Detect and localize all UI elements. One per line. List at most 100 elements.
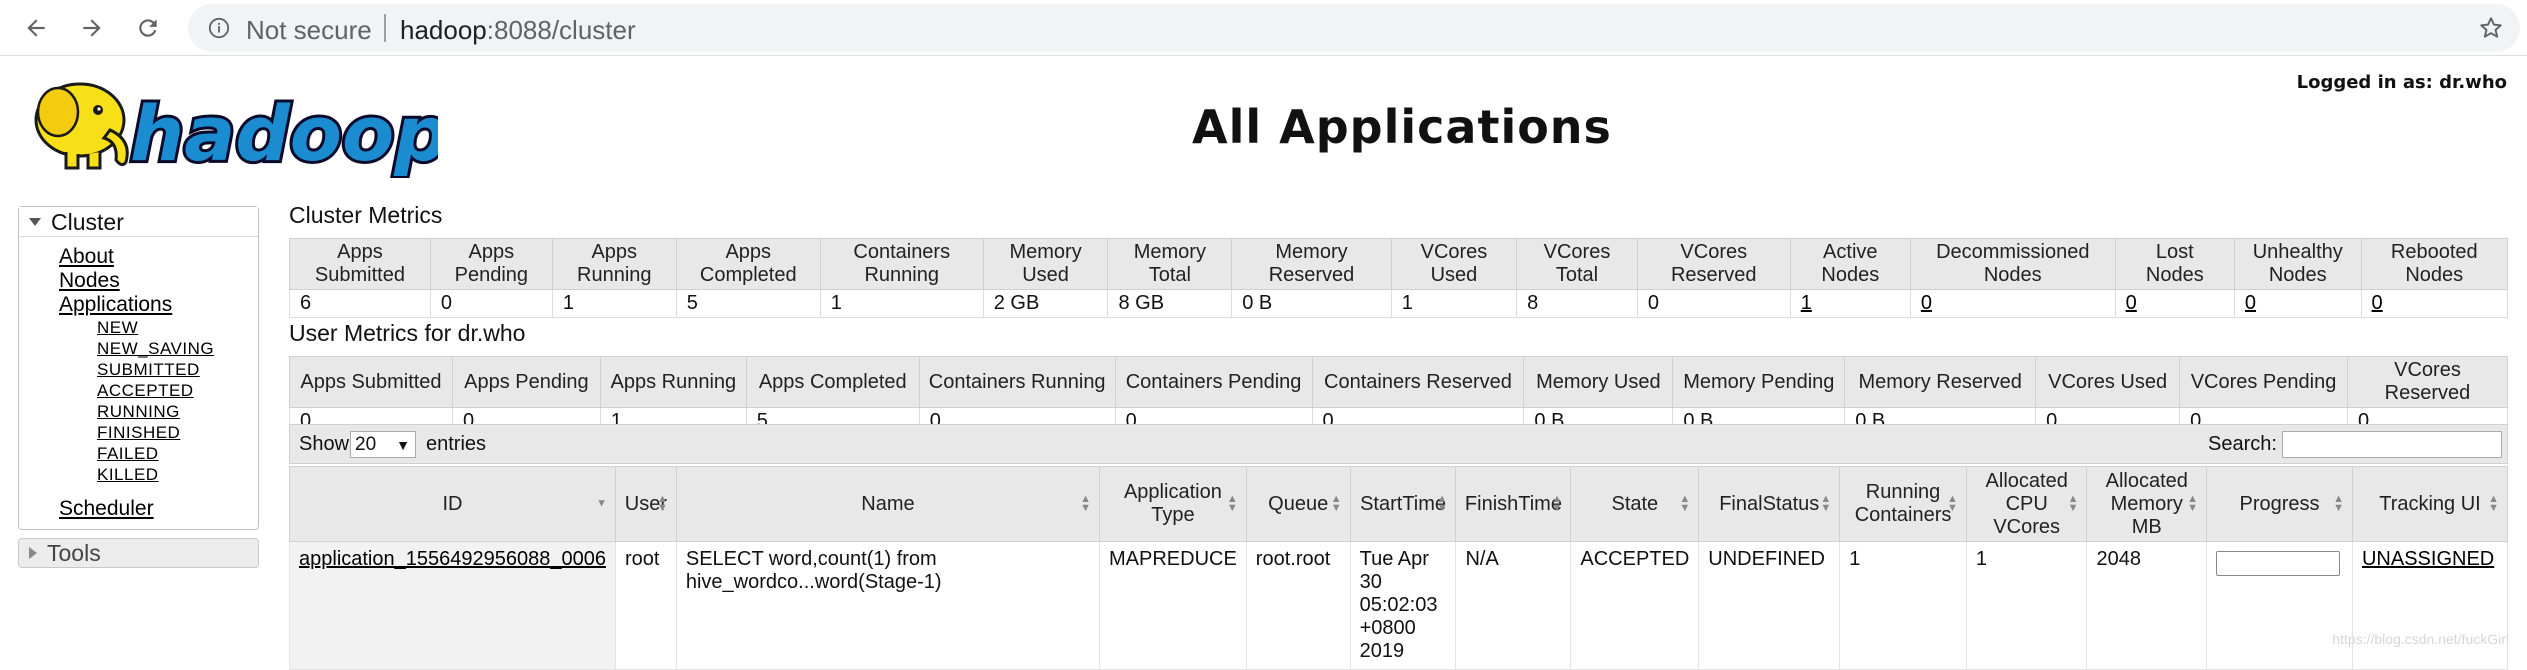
cluster-metric-header: Active Nodes	[1789, 238, 1911, 290]
column-header-user[interactable]: User ▲ ▼	[614, 466, 677, 542]
column-header-queue[interactable]: Queue ▲ ▼	[1245, 466, 1351, 542]
address-bar[interactable]: Not secure hadoop:8088/cluster	[188, 4, 2520, 52]
cluster-metric-header: VCores Used	[1390, 238, 1518, 290]
show-label: Show	[299, 433, 350, 455]
app-name: SELECT word,count(1) from hive_wordco...w…	[675, 541, 1101, 670]
omnibox-divider	[384, 14, 386, 42]
info-icon[interactable]	[208, 17, 230, 39]
node-count-link[interactable]: 0	[2126, 292, 2137, 314]
node-count-link[interactable]: 0	[1921, 292, 1932, 314]
column-header-application-type[interactable]: Application Type ▲ ▼	[1099, 466, 1247, 542]
cluster-metric-header: Memory Used	[982, 238, 1109, 290]
page-title: All Applications	[1192, 100, 1612, 154]
user-metric-header: Containers Running	[918, 356, 1116, 408]
app-finish-time: N/A	[1455, 541, 1572, 670]
node-count-link[interactable]: 1	[1801, 292, 1812, 314]
sort-both-icon: ▲ ▼	[2187, 493, 2199, 514]
sidebar-state-new[interactable]: NEW	[19, 317, 258, 338]
column-header-progress[interactable]: Progress ▲ ▼	[2206, 466, 2353, 542]
sidebar-item-applications[interactable]: Applications	[19, 293, 258, 317]
bookmark-star-icon[interactable]	[2478, 15, 2504, 41]
table-row: application_1556492956088_0006 root SELE…	[289, 541, 2509, 670]
cluster-metric-header: Apps Pending	[429, 238, 553, 290]
cluster-metric-value: 0	[2360, 289, 2509, 318]
cluster-metric-header: Memory Total	[1107, 238, 1233, 290]
cluster-metric-header: Containers Running	[819, 238, 984, 290]
cluster-metrics-title: Cluster Metrics	[289, 202, 443, 228]
sidebar-state-new-saving[interactable]: NEW_SAVING	[19, 338, 258, 359]
cluster-metric-header: VCores Reserved	[1636, 238, 1791, 290]
back-arrow-icon[interactable]	[18, 10, 54, 46]
column-header-allocated-cpu-vcores[interactable]: Allocated CPU VCores ▲ ▼	[1965, 466, 2088, 542]
sidebar-item-nodes[interactable]: Nodes	[19, 269, 258, 293]
user-metric-header: Containers Pending	[1114, 356, 1313, 408]
cluster-metric-value: 0	[1909, 289, 2116, 318]
security-label: Not secure	[246, 15, 372, 45]
tools-toggle[interactable]: Tools	[18, 538, 259, 568]
sort-both-icon: ▲ ▼	[1226, 493, 1238, 514]
sort-both-icon: ▲ ▼	[2333, 493, 2344, 514]
cluster-metric-header: Rebooted Nodes	[2360, 238, 2509, 290]
app-vcores: 1	[1965, 541, 2088, 670]
app-id-cell: application_1556492956088_0006	[289, 541, 616, 670]
tools-label: Tools	[47, 539, 101, 566]
node-count-link[interactable]: 0	[2372, 292, 2383, 314]
cluster-metric-value: 0	[2114, 289, 2235, 318]
search-input[interactable]	[2282, 431, 2502, 458]
app-id-link[interactable]: application_1556492956088_0006	[299, 548, 606, 570]
browser-toolbar: Not secure hadoop:8088/cluster	[0, 0, 2527, 56]
sort-both-icon: ▲ ▼	[1551, 493, 1563, 514]
sidebar-state-accepted[interactable]: ACCEPTED	[19, 380, 258, 401]
collapse-triangle-icon	[29, 217, 41, 226]
reload-icon[interactable]	[130, 10, 166, 46]
sidebar-item-about[interactable]: About	[19, 245, 258, 269]
sort-both-icon: ▲ ▼	[1330, 493, 1342, 514]
user-metric-header: Memory Used	[1523, 356, 1674, 408]
sidebar-state-submitted[interactable]: SUBMITTED	[19, 359, 258, 380]
expand-triangle-icon	[29, 547, 37, 559]
column-header-finishtime[interactable]: FinishTime ▲ ▼	[1455, 466, 1572, 542]
column-header-tracking-ui[interactable]: Tracking UI ▲ ▼	[2351, 466, 2509, 542]
forward-arrow-icon[interactable]	[74, 10, 110, 46]
cluster-nav: About Nodes Applications NEW NEW_SAVING SUBMI…	[19, 237, 258, 529]
sort-both-icon: ▲ ▼	[1679, 493, 1691, 514]
column-header-allocated-memory-mb[interactable]: Allocated Memory MB ▲ ▼	[2086, 466, 2208, 542]
tracking-ui-link[interactable]: UNASSIGNED	[2362, 548, 2494, 570]
app-tracking-ui: UNASSIGNED	[2351, 541, 2509, 670]
cluster-metric-header: Memory Reserved	[1231, 238, 1392, 290]
sidebar-state-killed[interactable]: KILLED	[19, 464, 258, 485]
column-header-starttime[interactable]: StartTime ▲ ▼	[1349, 466, 1457, 542]
cluster-metric-header: Apps Running	[551, 238, 677, 290]
user-metric-header: Apps Completed	[745, 356, 920, 408]
sidebar-state-failed[interactable]: FAILED	[19, 443, 258, 464]
cluster-metric-value: 0	[1636, 289, 1791, 318]
cluster-toggle[interactable]: Cluster	[19, 207, 258, 237]
sidebar-item-scheduler[interactable]: Scheduler	[19, 497, 258, 521]
sort-both-icon: ▲ ▼	[1080, 493, 1091, 514]
column-header-name[interactable]: Name ▲ ▼	[675, 466, 1101, 542]
user-metric-header: VCores Reserved	[2346, 356, 2509, 408]
hadoop-elephant-icon: hadoop	[34, 82, 452, 181]
sort-both-icon: ▲ ▼	[1820, 493, 1832, 514]
cluster-metric-value: 1	[1789, 289, 1911, 318]
cluster-metric-header: Lost Nodes	[2114, 238, 2235, 290]
entries-label: entries	[426, 433, 487, 455]
dropdown-arrow-icon: ▼	[396, 437, 410, 453]
cluster-metric-header: Apps Completed	[675, 238, 821, 290]
cluster-metric-value: 0	[2233, 289, 2362, 318]
user-metric-header: Containers Reserved	[1311, 356, 1525, 408]
user-metric-header: VCores Used	[2035, 356, 2181, 408]
column-header-id[interactable]: ID ▼	[289, 466, 616, 542]
node-count-link[interactable]: 0	[2245, 292, 2256, 314]
svg-text:hadoop: hadoop	[130, 89, 438, 178]
entries-select[interactable]: 20 ▼	[350, 431, 416, 458]
cluster-metric-value: 2 GB	[982, 289, 1109, 318]
column-header-finalstatus[interactable]: FinalStatus ▲ ▼	[1698, 466, 1841, 542]
url-text[interactable]: hadoop:8088/cluster	[400, 15, 636, 46]
column-header-state[interactable]: State ▲ ▼	[1570, 466, 1700, 542]
column-header-running-containers[interactable]: Running Containers ▲ ▼	[1839, 466, 1967, 542]
app-user: root	[614, 541, 677, 670]
user-metric-header: Apps Running	[599, 356, 747, 408]
sidebar-state-finished[interactable]: FINISHED	[19, 422, 258, 443]
sidebar-state-running[interactable]: RUNNING	[19, 401, 258, 422]
